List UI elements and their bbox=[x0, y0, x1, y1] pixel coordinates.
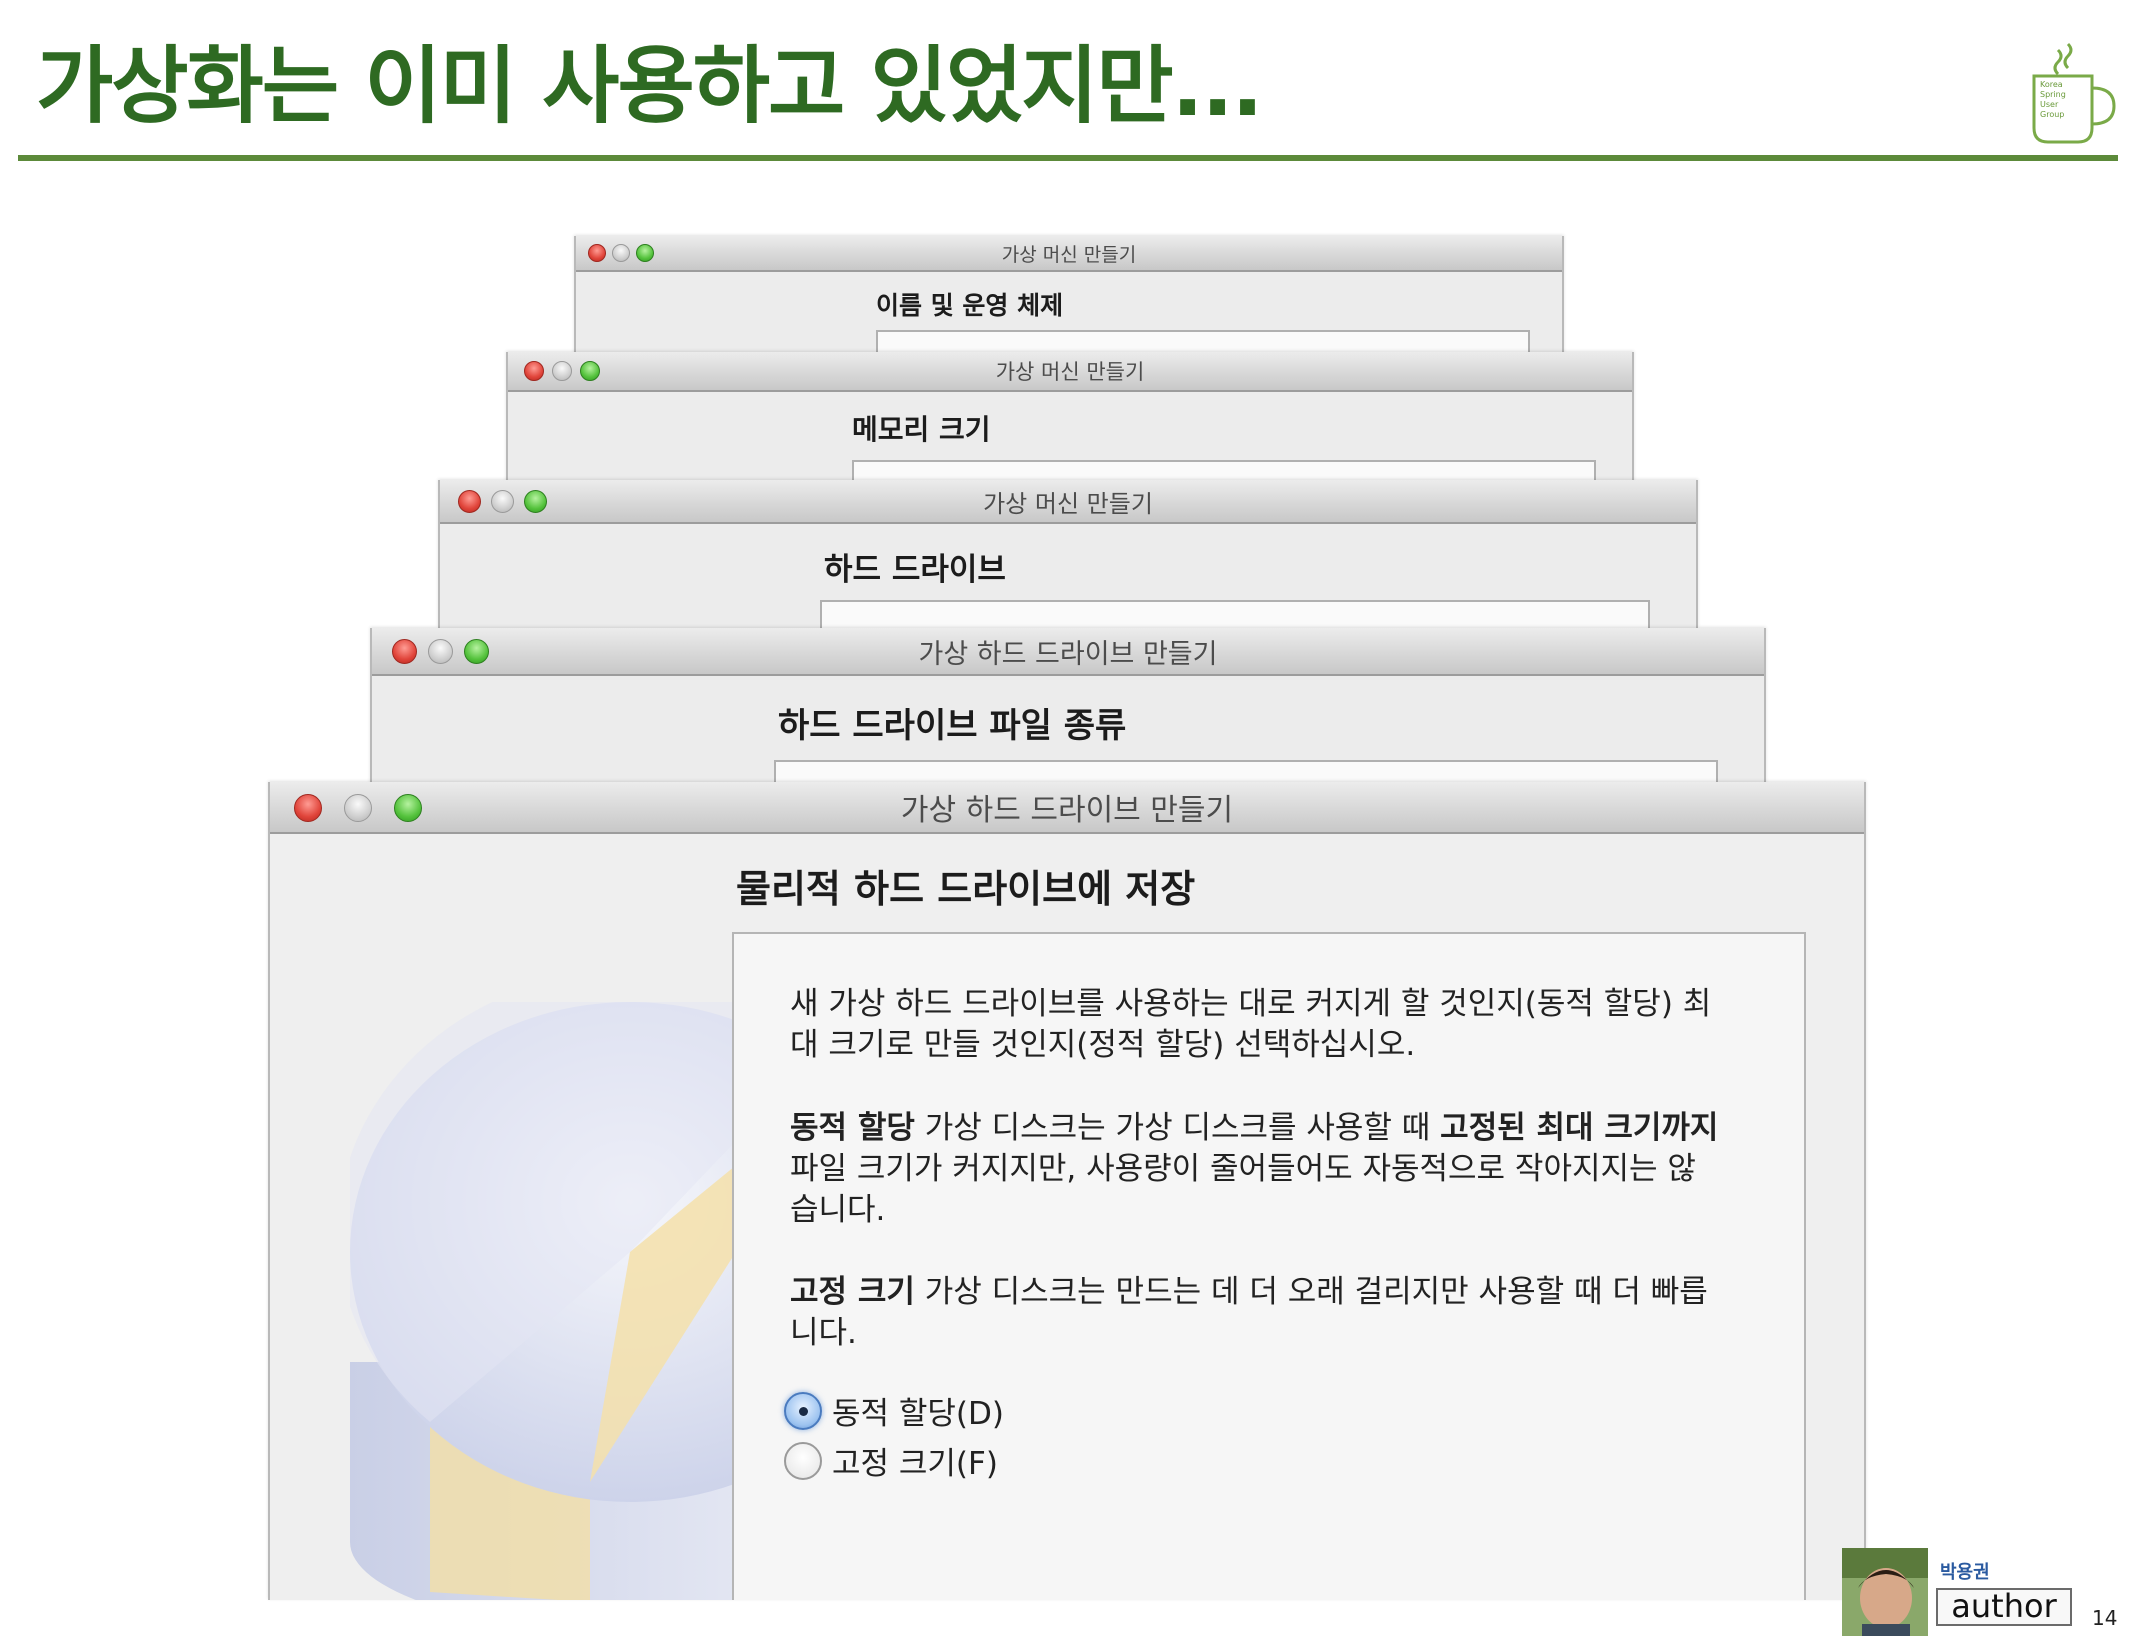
logo-text: Korea Spring User Group bbox=[2040, 80, 2066, 119]
radio-fixed-size[interactable]: 고정 크기(F) bbox=[784, 1438, 998, 1483]
window-titlebar[interactable]: 가상 머신 만들기 bbox=[440, 480, 1696, 524]
wizard-window-name-os: 가상 머신 만들기 이름 및 운영 체제 bbox=[574, 236, 1564, 360]
content-panel bbox=[820, 600, 1650, 628]
wizard-window-hard-drive: 가상 머신 만들기 하드 드라이브 bbox=[438, 480, 1698, 628]
radio-unselected-icon[interactable] bbox=[784, 1441, 822, 1480]
step-heading: 메모리 크기 bbox=[852, 413, 991, 446]
window-title: 가상 머신 만들기 bbox=[1001, 243, 1137, 266]
step-heading: 이름 및 운영 체제 bbox=[876, 291, 1064, 320]
avatar bbox=[1842, 1548, 1928, 1636]
author-label: author bbox=[1936, 1588, 2072, 1626]
window-titlebar[interactable]: 가상 머신 만들기 bbox=[576, 236, 1562, 272]
window-title: 가상 하드 드라이브 만들기 bbox=[918, 638, 1218, 670]
title-divider bbox=[18, 155, 2118, 161]
wizard-window-memory: 가상 머신 만들기 메모리 크기 bbox=[506, 352, 1634, 488]
step-heading: 하드 드라이브 파일 종류 bbox=[778, 706, 1127, 746]
window-title: 가상 하드 드라이브 만들기 bbox=[900, 793, 1234, 828]
page-number: 14 bbox=[2092, 1606, 2118, 1630]
window-titlebar[interactable]: 가상 하드 드라이브 만들기 bbox=[372, 628, 1764, 676]
window-title: 가상 머신 만들기 bbox=[983, 489, 1153, 518]
content-panel: 새 가상 하드 드라이브를 사용하는 대로 커지게 할 것인지(동적 할당) 최… bbox=[732, 932, 1806, 1600]
author-badge: 박용권 author bbox=[1840, 1548, 2120, 1640]
fixed-description: 고정 크기 가상 디스크는 만드는 데 더 오래 걸리지만 사용할 때 더 빠릅… bbox=[790, 1274, 1708, 1351]
wizard-window-storage: 가상 하드 드라이브 만들기 물리적 하드 드라이브에 저장 새 가상 하드 드… bbox=[268, 782, 1866, 1600]
window-titlebar[interactable]: 가상 하드 드라이브 만들기 bbox=[270, 782, 1864, 834]
window-titlebar[interactable]: 가상 머신 만들기 bbox=[508, 352, 1632, 392]
radio-label: 고정 크기(F) bbox=[832, 1446, 998, 1482]
intro-text: 새 가상 하드 드라이브를 사용하는 대로 커지게 할 것인지(동적 할당) 최… bbox=[790, 986, 1712, 1063]
radio-selected-icon[interactable] bbox=[784, 1391, 822, 1430]
author-name: 박용권 bbox=[1940, 1562, 1990, 1583]
radio-dynamic-allocation[interactable]: 동적 할당(D) bbox=[784, 1388, 1004, 1433]
step-heading: 물리적 하드 드라이브에 저장 bbox=[736, 867, 1196, 911]
slide-title: 가상화는 이미 사용하고 있었지만... bbox=[36, 37, 1263, 135]
wizard-window-file-type: 가상 하드 드라이브 만들기 하드 드라이브 파일 종류 bbox=[370, 628, 1766, 786]
dynamic-description: 동적 할당 가상 디스크는 가상 디스크를 사용할 때 고정된 최대 크기까지 … bbox=[790, 1110, 1719, 1228]
radio-label: 동적 할당(D) bbox=[832, 1396, 1004, 1432]
window-title: 가상 머신 만들기 bbox=[995, 360, 1145, 384]
step-heading: 하드 드라이브 bbox=[824, 552, 1006, 588]
ksug-logo: Korea Spring User Group bbox=[2028, 42, 2118, 147]
